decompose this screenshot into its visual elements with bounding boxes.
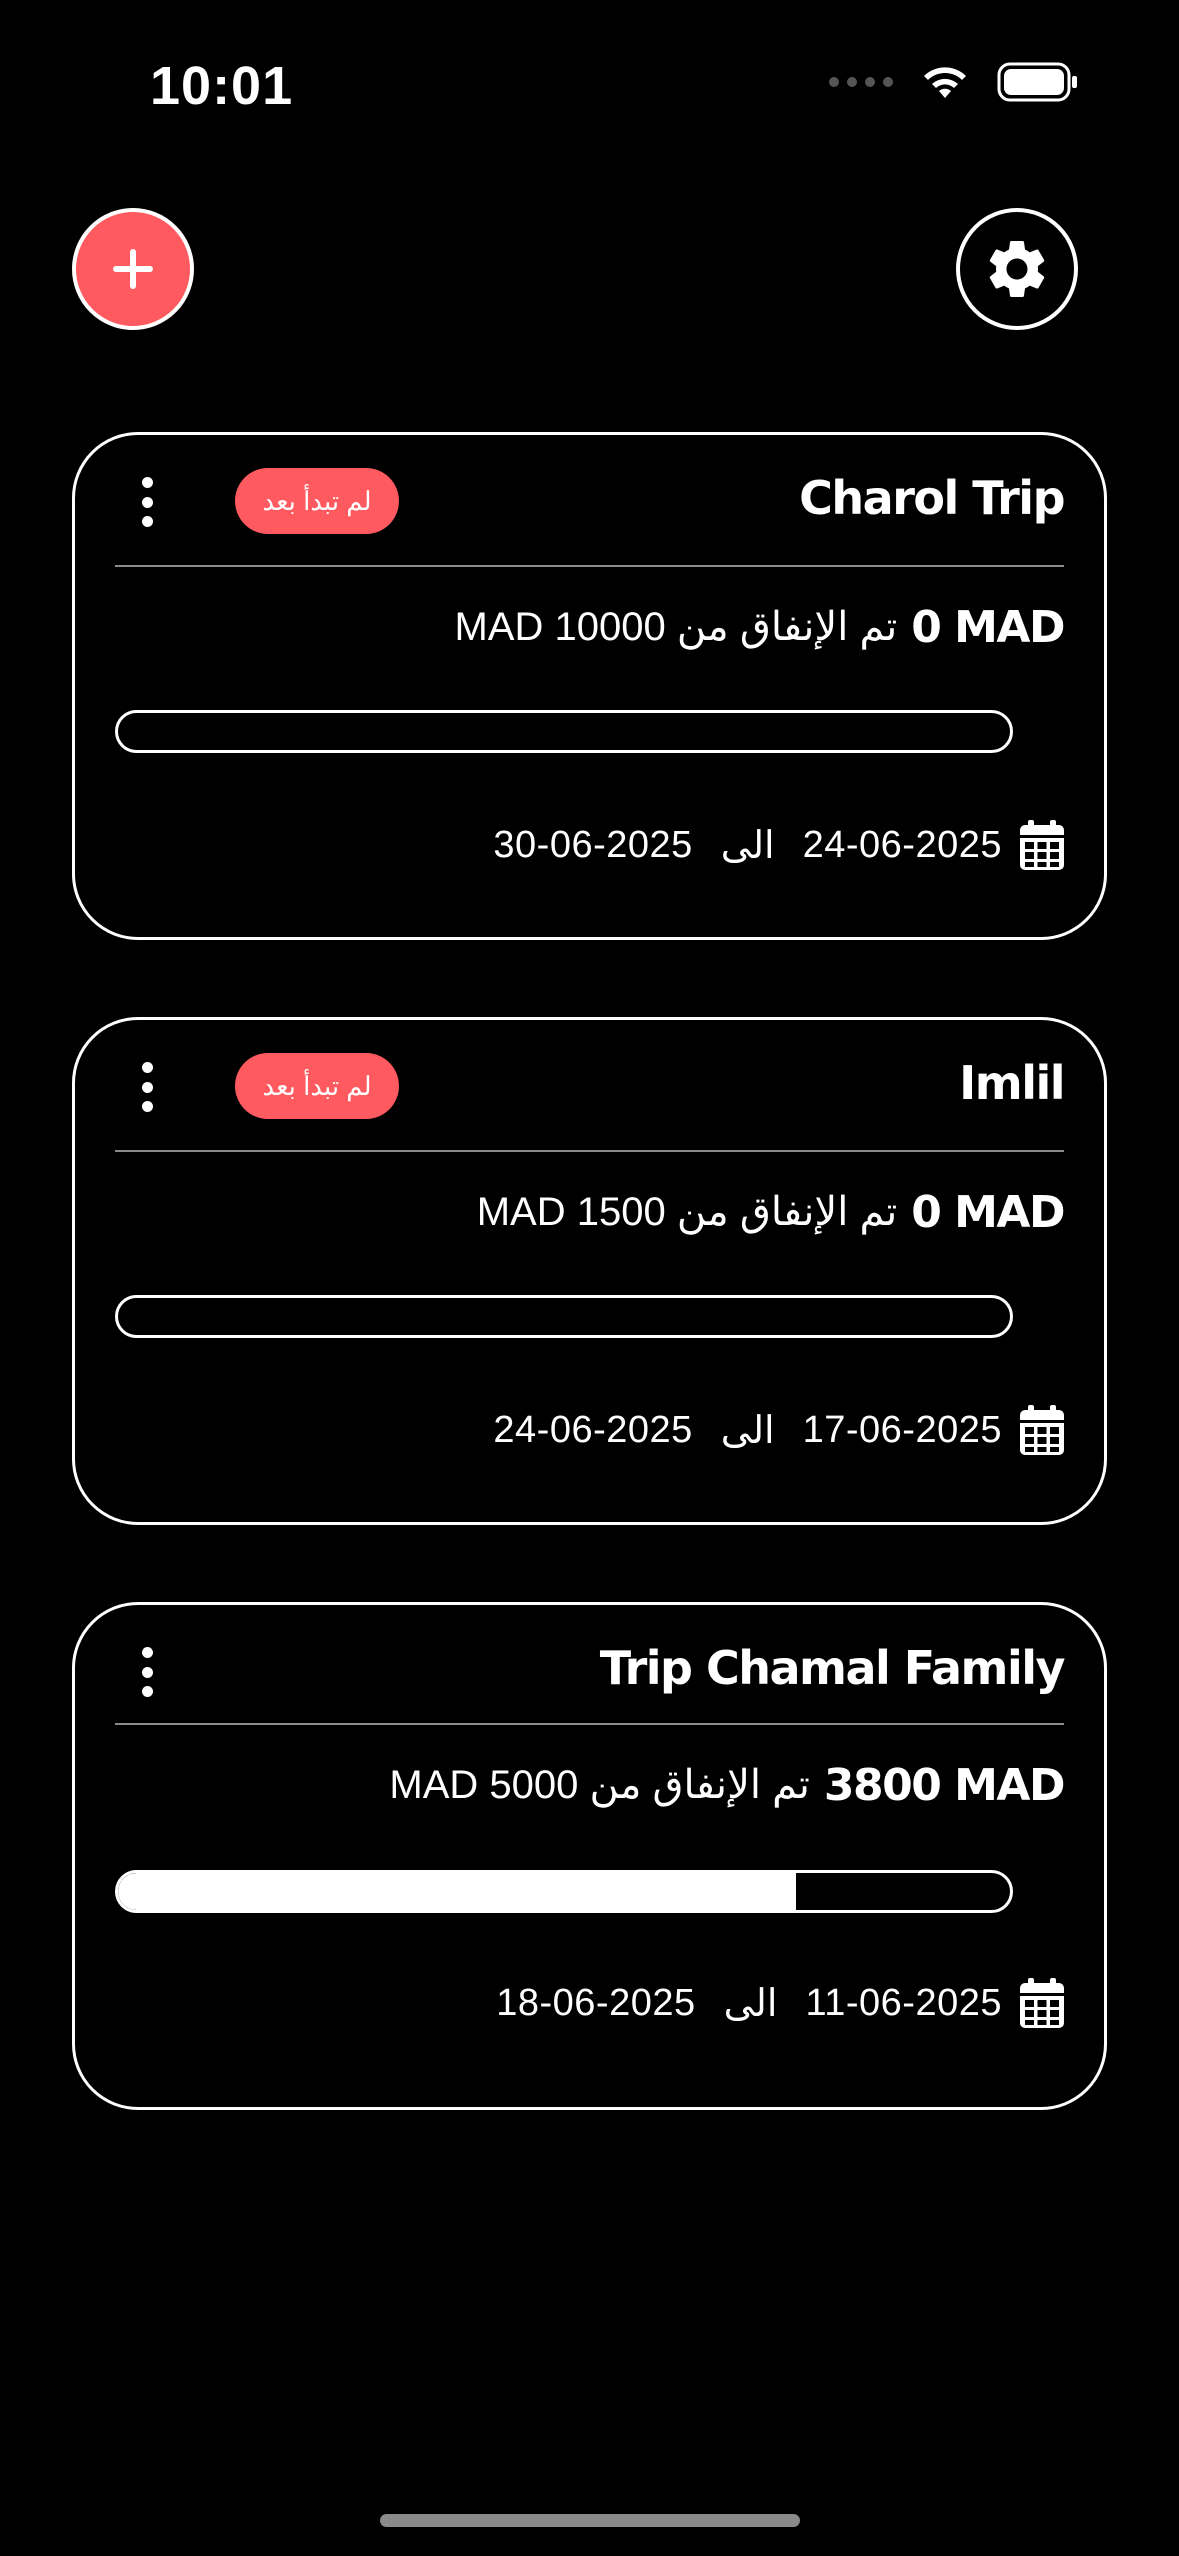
plus-icon bbox=[113, 249, 153, 289]
trip-card-header: لم تبدأ بعد Charol Trip bbox=[115, 435, 1065, 567]
settings-button[interactable] bbox=[956, 208, 1078, 330]
status-indicators bbox=[829, 62, 1079, 102]
calendar-icon bbox=[1020, 1978, 1064, 2028]
kebab-menu-icon[interactable] bbox=[137, 477, 157, 527]
date-range: 18-06-2025 الى 11-06-2025 bbox=[496, 1973, 1064, 2033]
trip-card[interactable]: Trip Chamal Family تم الإنفاق من 5000 MA… bbox=[72, 1602, 1107, 2110]
trip-card[interactable]: لم تبدأ بعد Charol Trip تم الإنفاق من 10… bbox=[72, 432, 1107, 940]
trip-title: Charol Trip bbox=[799, 471, 1065, 525]
calendar-icon bbox=[1020, 820, 1064, 870]
budget-total-text: تم الإنفاق من 10000 MAD bbox=[454, 605, 898, 649]
status-badge: لم تبدأ بعد bbox=[235, 1053, 399, 1119]
end-date: 30-06-2025 bbox=[493, 823, 693, 866]
trip-card[interactable]: لم تبدأ بعد Imlil تم الإنفاق من 1500 MAD… bbox=[72, 1017, 1107, 1525]
trip-title: Imlil bbox=[959, 1056, 1065, 1110]
battery-icon bbox=[997, 62, 1077, 102]
status-time: 10:01 bbox=[150, 56, 294, 116]
spent-summary: تم الإنفاق من 10000 MAD 0 MAD bbox=[454, 595, 1065, 659]
budget-progress-bar bbox=[115, 1870, 1013, 1913]
kebab-menu-icon[interactable] bbox=[137, 1647, 157, 1697]
wifi-icon bbox=[924, 67, 966, 98]
start-date: 24-06-2025 bbox=[802, 823, 1002, 866]
date-separator: الى bbox=[720, 1409, 775, 1452]
end-date: 24-06-2025 bbox=[493, 1408, 693, 1451]
calendar-icon bbox=[1020, 1405, 1064, 1455]
spent-amount: 3800 MAD bbox=[823, 1759, 1066, 1811]
status-badge: لم تبدأ بعد bbox=[235, 468, 399, 534]
date-range: 24-06-2025 الى 17-06-2025 bbox=[493, 1400, 1064, 1460]
add-trip-button[interactable] bbox=[72, 208, 194, 330]
spent-amount: 0 MAD bbox=[911, 1186, 1065, 1238]
start-date: 17-06-2025 bbox=[802, 1408, 1002, 1451]
start-date: 11-06-2025 bbox=[805, 1981, 1002, 2024]
home-indicator bbox=[380, 2514, 800, 2527]
budget-total-text: تم الإنفاق من 1500 MAD bbox=[476, 1190, 898, 1234]
gear-icon bbox=[989, 240, 1045, 297]
trip-card-header: Trip Chamal Family bbox=[115, 1605, 1066, 1725]
spent-summary: تم الإنفاق من 5000 MAD 3800 MAD bbox=[389, 1753, 1066, 1817]
spent-summary: تم الإنفاق من 1500 MAD 0 MAD bbox=[476, 1180, 1066, 1244]
budget-progress-bar bbox=[115, 1295, 1013, 1338]
date-range: 30-06-2025 الى 24-06-2025 bbox=[493, 815, 1064, 875]
trip-title: Trip Chamal Family bbox=[599, 1641, 1066, 1695]
budget-progress-fill bbox=[118, 1873, 796, 1910]
kebab-menu-icon[interactable] bbox=[137, 1062, 157, 1112]
cellular-signal-icon bbox=[829, 77, 893, 87]
date-separator: الى bbox=[723, 1982, 778, 2025]
trip-card-header: لم تبدأ بعد Imlil bbox=[115, 1020, 1065, 1152]
spent-amount: 0 MAD bbox=[911, 601, 1065, 653]
date-separator: الى bbox=[720, 824, 775, 867]
end-date: 18-06-2025 bbox=[496, 1981, 696, 2024]
budget-total-text: تم الإنفاق من 5000 MAD bbox=[389, 1763, 810, 1807]
budget-progress-bar bbox=[115, 710, 1013, 753]
